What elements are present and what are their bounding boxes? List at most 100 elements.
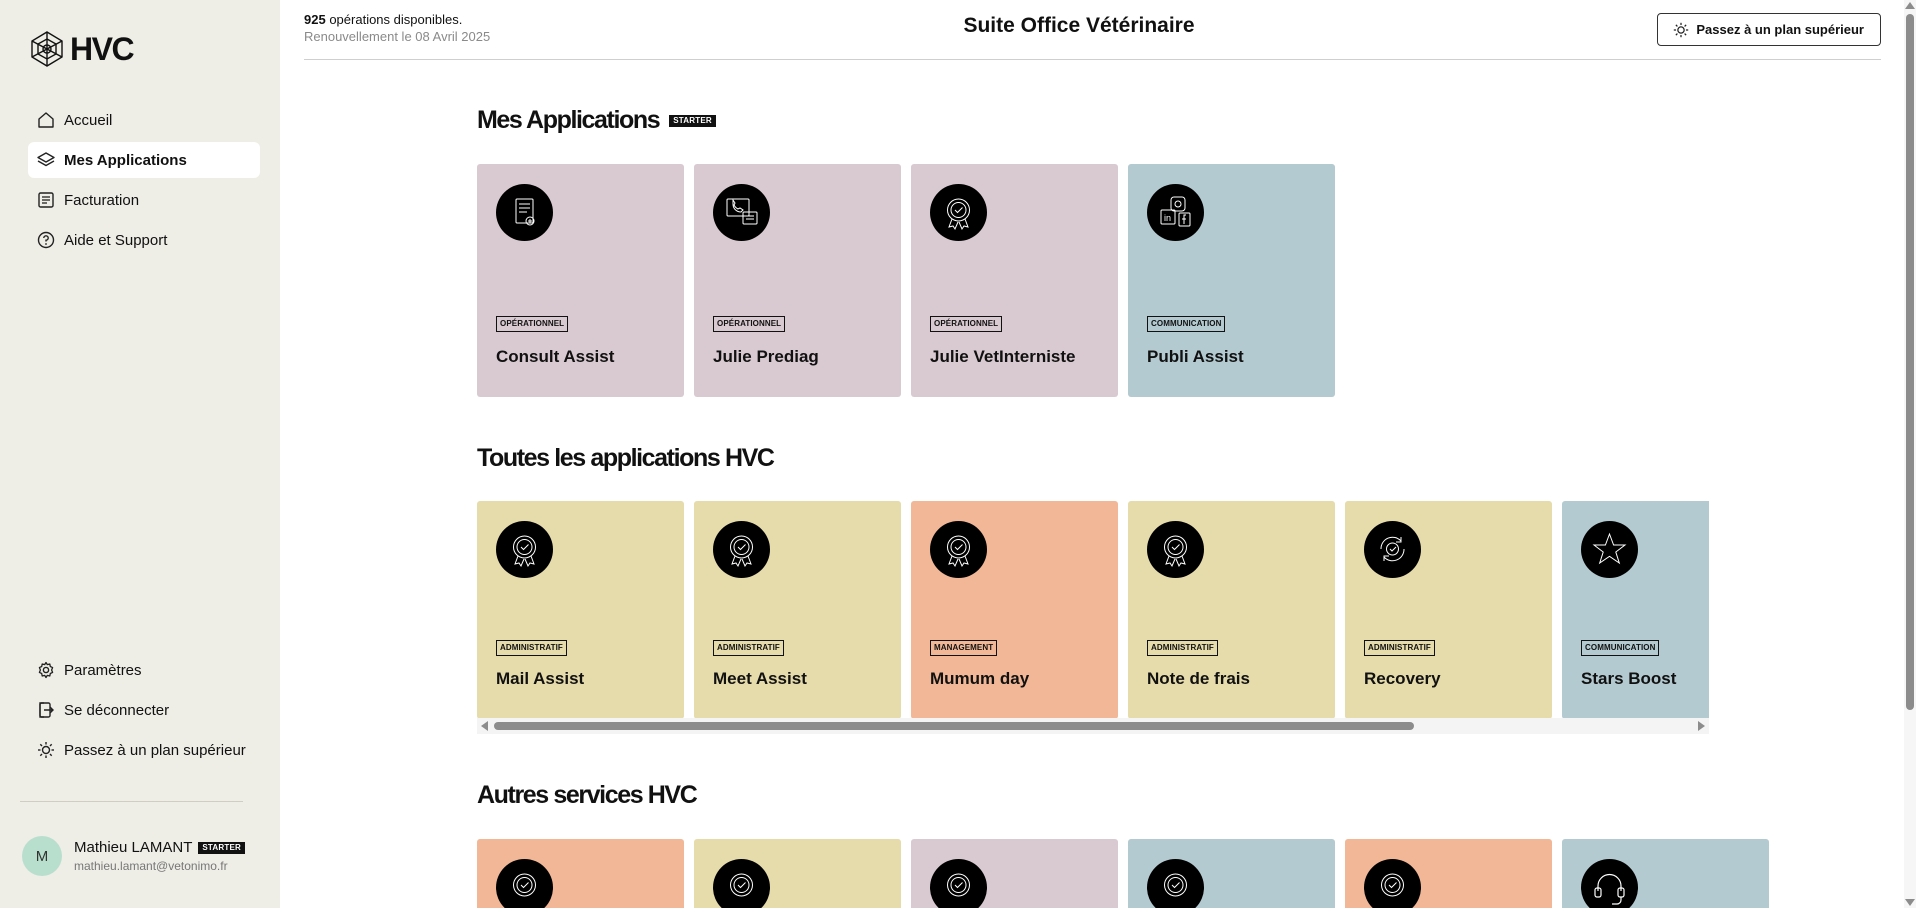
home-icon xyxy=(38,112,54,128)
section-title-toutes-applications: Toutes les applications HVC xyxy=(477,444,775,473)
secondary-nav: Paramètres Se déconnecter Passez à un pl… xyxy=(28,652,260,772)
app-name: Mumum day xyxy=(930,669,1030,688)
app-card-mumum-day[interactable]: MANAGEMENT Mumum day xyxy=(911,501,1118,719)
award-icon xyxy=(496,521,553,578)
service-card[interactable] xyxy=(1562,839,1769,908)
category-tag: COMMUNICATION xyxy=(1147,316,1226,332)
star-icon xyxy=(1581,521,1638,578)
document-icon xyxy=(38,192,54,208)
brand-name: HVC xyxy=(70,30,135,67)
nav-item-accueil[interactable]: Accueil xyxy=(28,102,260,138)
award-icon xyxy=(1147,859,1204,908)
upgrade-button[interactable]: Passez à un plan supérieur xyxy=(1657,13,1881,46)
app-card-note-de-frais[interactable]: ADMINISTRATIF Note de frais xyxy=(1128,501,1335,719)
nav-item-label: Mes Applications xyxy=(64,151,187,169)
user-name: Mathieu LAMANT xyxy=(74,839,193,856)
app-name: Publi Assist xyxy=(1147,347,1244,366)
app-card-mail-assist[interactable]: ADMINISTRATIF Mail Assist xyxy=(477,501,684,719)
category-tag: OPÉRATIONNEL xyxy=(930,316,1003,332)
plan-badge: STARTER xyxy=(198,841,245,854)
user-profile[interactable]: M Mathieu LAMANT STARTER mathieu.lamant@… xyxy=(22,836,245,876)
app-name: Julie VetInterniste xyxy=(930,347,1076,366)
section-title-text: Toutes les applications HVC xyxy=(477,444,775,472)
app-name: Consult Assist xyxy=(496,347,615,366)
section-title-autres-services: Autres services HVC xyxy=(477,781,698,810)
header: 925 opérations disponibles. Renouvelleme… xyxy=(304,0,1881,60)
sidebar: HVC Accueil Mes Applications Facturation… xyxy=(0,0,280,908)
scroll-left-arrow[interactable] xyxy=(481,721,488,731)
layers-icon xyxy=(37,152,55,167)
sidebar-divider xyxy=(20,801,243,802)
scroll-down-arrow[interactable] xyxy=(1905,899,1915,906)
document-audio-icon xyxy=(496,184,553,241)
nav-item-upgrade[interactable]: Passez à un plan supérieur xyxy=(28,732,260,768)
nav-item-parametres[interactable]: Paramètres xyxy=(28,652,260,688)
award-icon xyxy=(1147,521,1204,578)
scrollbar-thumb[interactable] xyxy=(494,722,1414,730)
service-card[interactable] xyxy=(1128,839,1335,908)
section-title-text: Mes Applications xyxy=(477,106,661,134)
award-icon xyxy=(713,521,770,578)
nav-item-label: Passez à un plan supérieur xyxy=(64,741,246,759)
award-icon xyxy=(930,521,987,578)
app-card-julie-prediag[interactable]: OPÉRATIONNEL Julie Prediag xyxy=(694,164,901,397)
nav-item-facturation[interactable]: Facturation xyxy=(28,182,260,218)
award-icon xyxy=(496,859,553,908)
nav-item-aide-support[interactable]: Aide et Support xyxy=(28,222,260,258)
section-title-text: Autres services HVC xyxy=(477,781,698,809)
scrollbar-thumb[interactable] xyxy=(1906,14,1914,710)
logout-icon xyxy=(36,700,56,720)
app-card-consult-assist[interactable]: OPÉRATIONNEL Consult Assist xyxy=(477,164,684,397)
avatar: M xyxy=(22,836,62,876)
user-email: mathieu.lamant@vetonimo.fr xyxy=(74,859,228,873)
refresh-check-icon xyxy=(1364,521,1421,578)
hvc-logo-icon xyxy=(31,31,63,67)
headset-icon xyxy=(1581,859,1638,908)
service-card[interactable] xyxy=(477,839,684,908)
category-tag: OPÉRATIONNEL xyxy=(496,316,569,332)
category-tag: COMMUNICATION xyxy=(1581,640,1660,656)
phone-chat-icon xyxy=(713,184,770,241)
app-name: Meet Assist xyxy=(713,669,807,688)
plan-badge: STARTER xyxy=(669,114,716,127)
nav-item-label: Facturation xyxy=(64,191,140,209)
app-name: Recovery xyxy=(1364,669,1441,688)
nav-item-label: Paramètres xyxy=(64,661,142,679)
logo[interactable]: HVC xyxy=(28,30,135,68)
page-title: Suite Office Vétérinaire xyxy=(963,14,1195,37)
service-card[interactable] xyxy=(694,839,901,908)
nav-item-mes-applications[interactable]: Mes Applications xyxy=(28,142,260,178)
category-tag: ADMINISTRATIF xyxy=(1147,640,1218,656)
horizontal-scrollbar[interactable] xyxy=(477,718,1709,734)
category-tag: ADMINISTRATIF xyxy=(1364,640,1435,656)
all-apps-row[interactable]: ADMINISTRATIF Mail Assist ADMINISTRATIF … xyxy=(477,501,1709,719)
category-tag: OPÉRATIONNEL xyxy=(713,316,786,332)
nav-item-label: Aide et Support xyxy=(64,231,168,249)
category-tag: ADMINISTRATIF xyxy=(713,640,784,656)
service-card[interactable] xyxy=(911,839,1118,908)
section-title-mes-applications: Mes Applications STARTER xyxy=(477,106,716,135)
main-nav: Accueil Mes Applications Facturation Aid… xyxy=(28,102,260,262)
scroll-right-arrow[interactable] xyxy=(1698,721,1705,731)
badge-check-icon xyxy=(930,184,987,241)
vertical-scrollbar[interactable] xyxy=(1904,0,1916,908)
scroll-up-arrow[interactable] xyxy=(1905,2,1915,9)
category-tag: ADMINISTRATIF xyxy=(496,640,567,656)
nav-item-label: Se déconnecter xyxy=(64,701,170,719)
sparkle-icon xyxy=(1674,22,1689,37)
sparkle-icon xyxy=(38,742,54,758)
gear-icon xyxy=(38,661,54,679)
help-icon xyxy=(37,231,55,249)
app-card-recovery[interactable]: ADMINISTRATIF Recovery xyxy=(1345,501,1552,719)
service-card[interactable] xyxy=(1345,839,1552,908)
app-card-meet-assist[interactable]: ADMINISTRATIF Meet Assist xyxy=(694,501,901,719)
app-name: Julie Prediag xyxy=(713,347,819,366)
app-card-julie-vetinterniste[interactable]: OPÉRATIONNEL Julie VetInterniste xyxy=(911,164,1118,397)
app-card-stars-boost[interactable]: COMMUNICATION Stars Boost xyxy=(1562,501,1709,719)
social-icon: in xyxy=(1147,184,1204,241)
nav-item-deconnecter[interactable]: Se déconnecter xyxy=(28,692,260,728)
user-info: Mathieu LAMANT STARTER mathieu.lamant@ve… xyxy=(74,839,245,873)
app-card-publi-assist[interactable]: in COMMUNICATION Publi Assist xyxy=(1128,164,1335,397)
award-icon xyxy=(1364,859,1421,908)
award-icon xyxy=(713,859,770,908)
